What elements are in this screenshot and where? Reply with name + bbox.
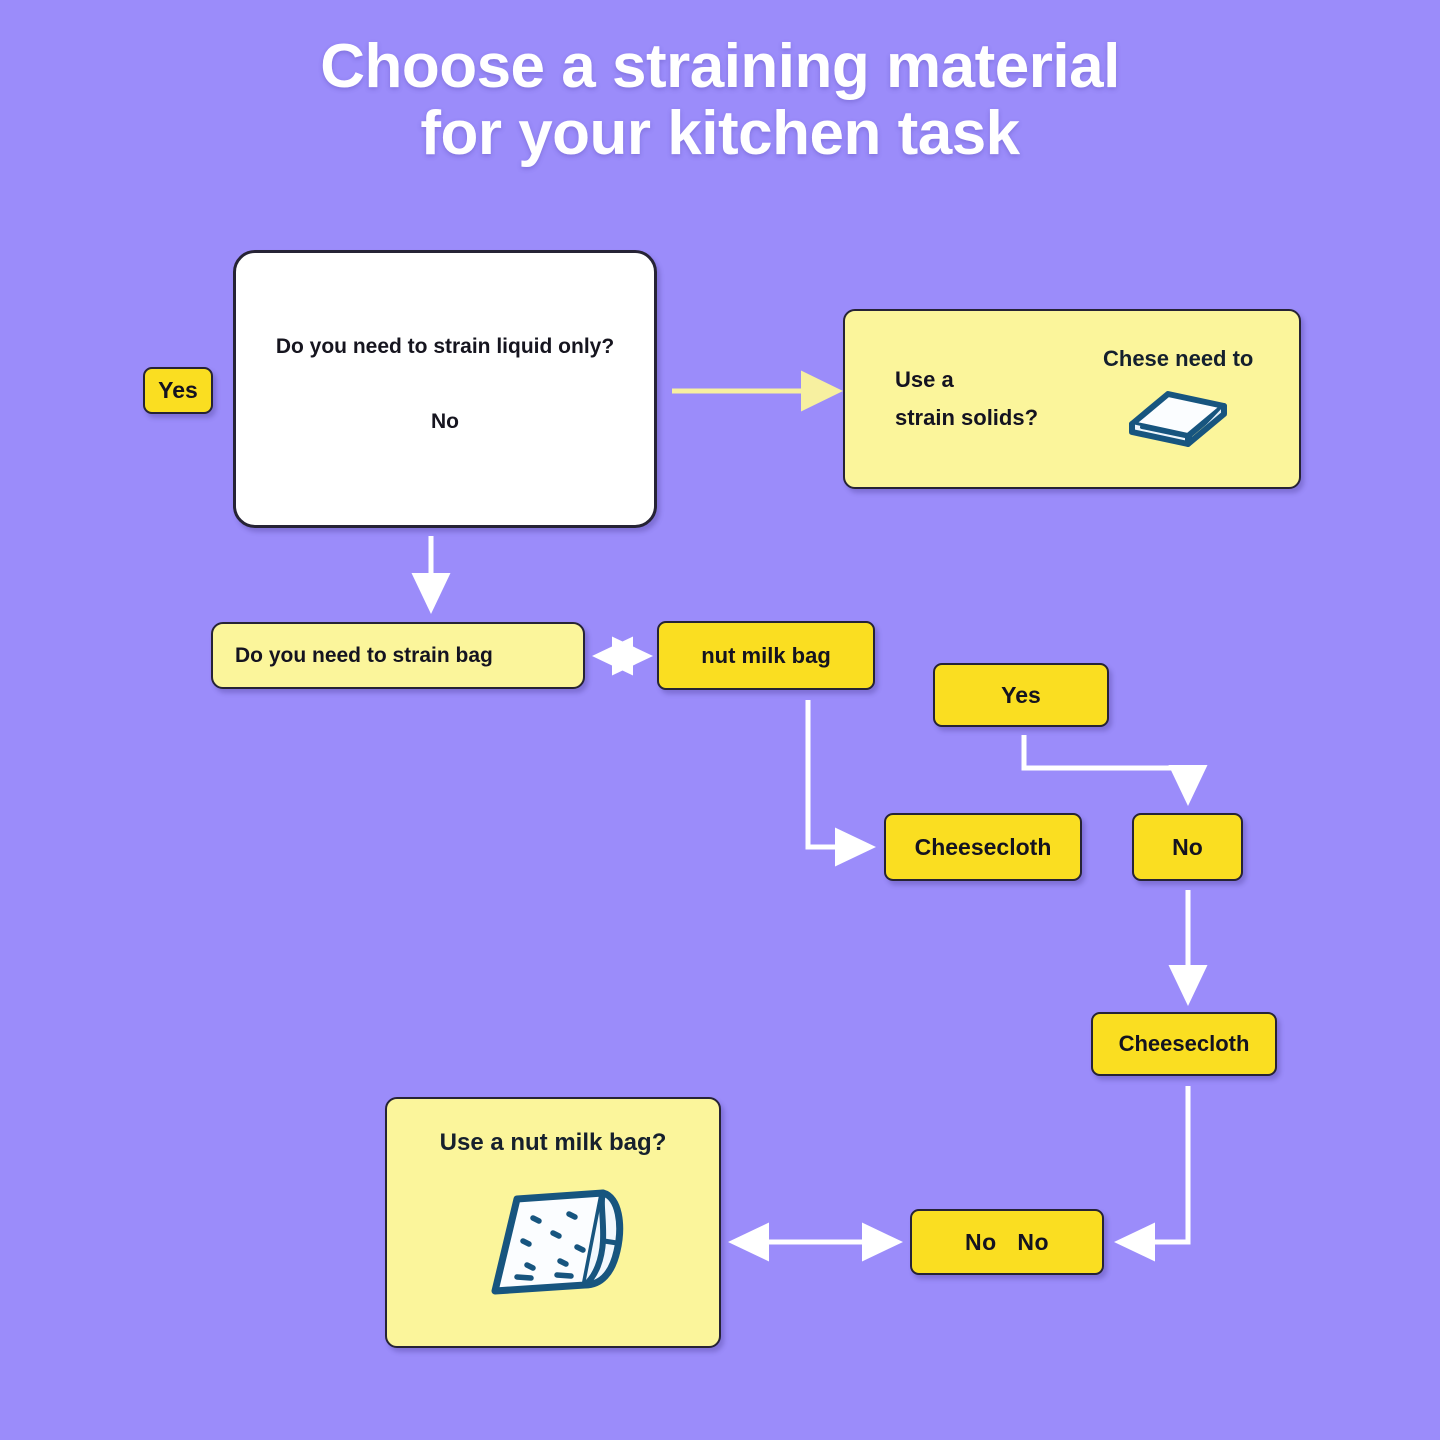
connector-nut-milk-bag-to-cheesecloth [805, 700, 877, 867]
chip-cheesecloth-second[interactable]: Cheesecloth [1091, 1012, 1277, 1076]
node-strain-bag-question-label: Do you need to strain bag [235, 643, 493, 667]
chip-yes-left[interactable]: Yes [143, 367, 213, 414]
chip-nut-milk-bag[interactable]: nut milk bag [657, 621, 875, 690]
decision-answer-text: No [431, 410, 459, 433]
chip-cheesecloth-first-label: Cheesecloth [914, 833, 1052, 860]
nut-milk-bag-cloth-icon [465, 1173, 641, 1312]
chip-cheesecloth-second-label: Cheesecloth [1118, 1031, 1250, 1056]
chip-cheesecloth-first[interactable]: Cheesecloth [884, 813, 1082, 881]
page-title-line-2: for your kitchen task [420, 98, 1020, 168]
decision-node-strain-liquid-only[interactable]: Do you need to strain liquid only? No [233, 250, 657, 528]
chip-yes-second-label: Yes [1001, 681, 1041, 708]
card-use-nut-milk-bag-label: Use a nut milk bag? [439, 1129, 667, 1156]
connector-yes-to-no [1021, 735, 1208, 807]
chip-yes-left-label: Yes [158, 377, 198, 403]
chip-no-first-label: No [1172, 833, 1203, 860]
chip-nut-milk-bag-label: nut milk bag [701, 642, 831, 668]
flowchart-canvas: Choose a straining material for your kit… [0, 0, 1440, 1440]
card-strain-solids-line-2: strain solids? [895, 405, 1039, 430]
decision-question-text: Do you need to strain liquid only? [275, 335, 615, 358]
chip-yes-second[interactable]: Yes [933, 663, 1109, 727]
card-strain-solids-line-1: Use a [895, 366, 954, 392]
card-strain-solids[interactable]: Use a strain solids? Chese need to [843, 309, 1301, 489]
page-title: Choose a straining material for your kit… [0, 32, 1440, 168]
node-strain-bag-question[interactable]: Do you need to strain bag [211, 622, 585, 689]
page-title-line-1: Choose a straining material [320, 32, 1120, 101]
card-strain-solids-right-text: Chese need to [1103, 345, 1254, 371]
card-strain-solids-right-block: Chese need to [1103, 346, 1253, 453]
chip-no-first[interactable]: No [1132, 813, 1243, 881]
folded-cloth-stack-icon [1118, 380, 1238, 453]
card-use-nut-milk-bag[interactable]: Use a nut milk bag? [385, 1097, 721, 1348]
connector-cheesecloth-2-to-no-no [1113, 1086, 1191, 1262]
card-strain-solids-left-text: Use a strain solids? [895, 361, 1095, 438]
chip-no-no-label: No No [965, 1228, 1049, 1255]
chip-no-no[interactable]: No No [910, 1209, 1104, 1275]
